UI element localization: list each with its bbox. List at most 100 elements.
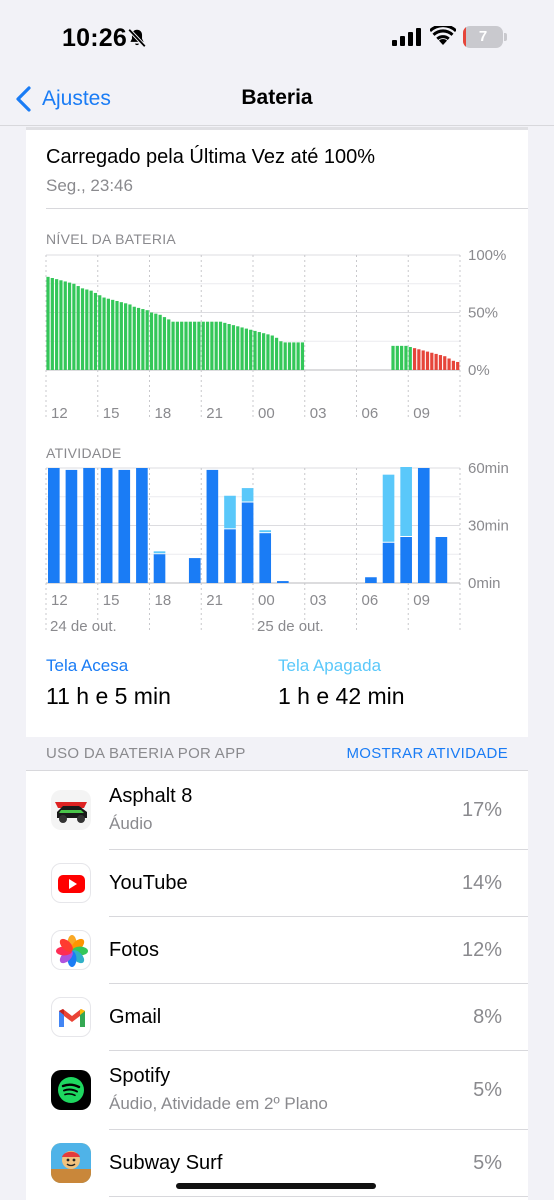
battery-x-tick-label: 15	[103, 405, 120, 422]
battery-level-bar	[132, 306, 136, 370]
app-usage-list: Asphalt 8 Áudio 17% YouTube 14% Fotos 12…	[26, 770, 528, 1200]
screen-on-label: Tela Acesa	[46, 656, 129, 675]
activity-screen-off-bar	[241, 488, 254, 502]
battery-level-bar	[395, 345, 399, 370]
battery-level-bar	[257, 332, 261, 370]
battery-level-bar	[270, 335, 274, 370]
activity-date-label: 25 de out.	[257, 618, 324, 635]
activity-date-label: 24 de out.	[50, 618, 117, 635]
activity-x-tick-label: 00	[258, 592, 275, 609]
battery-level-bar	[50, 278, 54, 370]
activity-x-tick-label: 03	[310, 592, 327, 609]
battery-level-bar	[408, 347, 412, 370]
screen-off-label: Tela Apagada	[278, 656, 382, 675]
battery-level-bar	[89, 290, 93, 370]
activity-screen-off-bar	[153, 551, 166, 554]
activity-screen-on-bar	[65, 469, 78, 583]
battery-level-bar	[115, 301, 119, 370]
youtube-icon	[51, 863, 91, 903]
show-activity-button[interactable]: MOSTRAR ATIVIDADE	[346, 745, 508, 762]
battery-x-tick-label: 03	[310, 405, 327, 422]
app-subtitle: Áudio	[109, 814, 153, 833]
battery-y-tick-label: 100%	[468, 247, 506, 264]
battery-level-bar	[218, 321, 223, 370]
activity-screen-on-bar	[417, 468, 430, 583]
activity-screen-on-bar	[118, 469, 131, 583]
battery-level-bar	[240, 327, 244, 370]
battery-level-bar	[210, 321, 214, 370]
usage-section-header: USO DA BATERIA POR APP	[46, 745, 246, 762]
activity-screen-on-bar	[241, 502, 254, 583]
activity-screen-on-bar	[48, 468, 60, 583]
battery-level-bar	[180, 321, 184, 370]
battery-level-bar	[124, 303, 128, 370]
battery-level-bar	[231, 325, 236, 370]
activity-screen-on-bar	[206, 469, 219, 583]
activity-screen-off-bar	[382, 474, 395, 542]
app-row-spotify[interactable]: Spotify Áudio, Atividade em 2º Plano 5%	[26, 1051, 528, 1130]
battery-level-bar	[141, 309, 145, 370]
battery-level-bar	[102, 297, 106, 370]
row-separator	[109, 1196, 528, 1197]
battery-level-bar	[223, 322, 227, 370]
activity-x-tick-label: 21	[206, 592, 223, 609]
activity-screen-on-bar	[365, 577, 377, 583]
activity-screen-on-bar	[259, 533, 272, 583]
activity-screen-on-bar	[277, 581, 289, 583]
battery-level-bar	[266, 334, 270, 370]
battery-level-bar	[171, 321, 175, 370]
activity-screen-on-bar	[188, 558, 201, 583]
battery-level-bar	[67, 282, 72, 370]
app-percentage: 17%	[461, 799, 502, 821]
battery-level-bar	[93, 292, 98, 370]
battery-x-tick-label: 21	[206, 405, 223, 422]
app-percentage: 8%	[473, 1006, 502, 1028]
app-row-gmail[interactable]: Gmail 8%	[26, 984, 528, 1051]
activity-screen-on-bar	[153, 554, 166, 583]
activity-screen-on-bar	[136, 468, 148, 583]
app-row-asphalt[interactable]: Asphalt 8 Áudio 17%	[26, 771, 528, 850]
battery-level-bar	[283, 342, 287, 370]
battery-level-bar	[279, 341, 283, 370]
battery-level-bar	[451, 360, 455, 370]
app-percentage: 14%	[461, 872, 502, 894]
battery-level-bar	[46, 276, 50, 370]
battery-level-bar	[236, 326, 240, 370]
battery-level-bar	[145, 310, 149, 370]
app-name: Asphalt 8	[109, 785, 193, 807]
battery-level-bar	[274, 337, 279, 370]
battery-x-tick-label: 09	[413, 405, 430, 422]
battery-level-bar	[391, 345, 395, 370]
app-row-fotos[interactable]: Fotos 12%	[26, 917, 528, 984]
battery-level-bar	[149, 312, 154, 370]
battery-level-bar	[162, 317, 167, 370]
activity-screen-on-bar	[224, 529, 236, 583]
battery-level-bar	[262, 333, 266, 370]
app-row-youtube[interactable]: YouTube 14%	[26, 850, 528, 917]
battery-level-bar	[55, 279, 59, 370]
activity-screen-on-bar	[382, 542, 395, 583]
battery-level-bar	[227, 324, 231, 370]
battery-level-bar	[76, 286, 80, 370]
activity-screen-off-bar	[259, 530, 272, 533]
battery-level-bar	[417, 349, 421, 370]
battery-level-bar	[205, 321, 210, 370]
activity-y-tick-label: 60min	[468, 460, 509, 477]
battery-x-tick-label: 12	[51, 405, 68, 422]
activity-x-tick-label: 18	[155, 592, 172, 609]
battery-level-bar	[244, 328, 248, 370]
battery-level-bar	[59, 280, 63, 370]
app-percentage: 12%	[461, 939, 502, 961]
activity-screen-on-bar	[83, 468, 95, 583]
battery-level-bar	[447, 358, 451, 370]
battery-charts[interactable]: 100% 50% 0% 12 15 18 21 00 03 06 09 60min 30min 0min 1…	[0, 0, 554, 700]
battery-x-tick-label: 06	[362, 405, 379, 422]
app-percentage: 5%	[473, 1152, 502, 1174]
battery-level-bar	[197, 321, 201, 370]
app-name: Gmail	[109, 1006, 162, 1028]
activity-screen-on-bar	[400, 537, 412, 583]
home-indicator[interactable]	[176, 1183, 376, 1189]
app-percentage: 5%	[473, 1079, 502, 1101]
battery-level-bar	[136, 307, 141, 370]
battery-level-bar	[201, 321, 205, 370]
